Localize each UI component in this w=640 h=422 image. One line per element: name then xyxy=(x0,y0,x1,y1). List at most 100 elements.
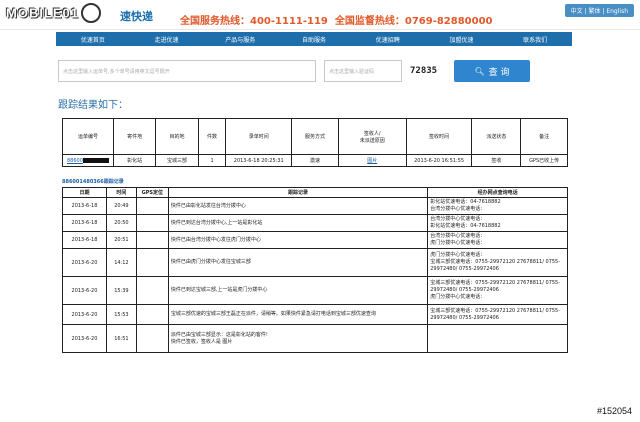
table-row: 2013-6-20 14:12 快件已由虎门分拨中心发往宝城三部 虎门分拨中心优… xyxy=(62,248,568,277)
from-cell: 彰化站 xyxy=(112,154,157,167)
col-header: 目的地 xyxy=(155,118,199,155)
gps-cell xyxy=(135,197,169,215)
phone-cell: 宝城三部优速电话：0755-29972120 27678811/ 0755-29… xyxy=(427,304,568,325)
waybill-id-link[interactable]: 88600 xyxy=(67,158,83,164)
date-cell: 2013-6-18 xyxy=(62,197,107,215)
date-cell: 2013-6-18 xyxy=(62,231,107,249)
gps-cell xyxy=(135,324,169,353)
record-cell: 快件已由彰化站发往台湾分拨中心 xyxy=(167,197,429,215)
table-row: 2013-6-18 20:49 快件已由彰化站发往台湾分拨中心 彰化站优速电话：… xyxy=(62,197,568,215)
table-row: 2013-6-20 15:39 快件已到达宝城三部,上一站是虎门分拨中心 宝城三… xyxy=(62,276,568,305)
service-hotline: 全国服务热线：400-1111-119 xyxy=(180,16,328,27)
record-cell: 快件已由台湾分拨中心发往虎门分拨中心 xyxy=(167,231,429,249)
site-logo[interactable]: MOBILE01 xyxy=(6,3,102,24)
to-cell: 宝城三部 xyxy=(155,154,199,167)
top-header: MOBILE01 速快递 全国服务热线：400-1111-119 全国监督热线：… xyxy=(0,0,640,30)
record-time-cell: 2013-6-18 20:25:31 xyxy=(225,154,293,167)
col-header: 签收人/ 未派送原因 xyxy=(337,118,407,155)
col-header: 派送状态 xyxy=(471,118,522,155)
time-cell: 15:53 xyxy=(105,304,137,325)
result-title: 跟踪结果如下： xyxy=(58,100,128,111)
nav-item-products[interactable]: 产品与服务 xyxy=(203,35,277,44)
table-row: 2013-6-20 16:51 派件已由宝城三部显示：这是彰化站的客件! 快件已… xyxy=(62,324,568,353)
logo-mark-icon xyxy=(81,3,102,23)
time-cell: 15:39 xyxy=(105,276,137,305)
date-cell: 2013-6-20 xyxy=(62,276,107,305)
col-header: 运单编号 xyxy=(62,118,114,155)
record-cell: 快件已到达台湾分拨中心,上一站是彰化站 xyxy=(167,214,429,232)
table-row: 2013-6-20 15:53 宝城三部优速的宝城三部王磊正在派件，请稍等。如果… xyxy=(62,304,568,325)
table-header-row: 日期 时间 GPS定位 跟踪记录 经办网点查询电话 xyxy=(62,187,568,198)
supervise-hotline: 全国监督热线：0769-82880000 xyxy=(334,16,493,27)
signer-image-link[interactable]: 图片 xyxy=(367,158,377,164)
col-header: 录单时间 xyxy=(225,118,293,155)
col-header: 件数 xyxy=(197,118,227,155)
gps-cell xyxy=(135,231,169,249)
query-button[interactable]: 🔍︎ 查 询 xyxy=(454,60,530,82)
record-cell: 快件已到达宝城三部,上一站是虎门分拨中心 xyxy=(167,276,429,305)
table-row: 2013-6-18 20:50 快件已到达台湾分拨中心,上一站是彰化站 台湾分拨… xyxy=(62,214,568,232)
language-switcher[interactable]: 中文 | 繁体 | English xyxy=(564,4,634,17)
date-cell: 2013-6-18 xyxy=(62,214,107,232)
status-cell: 签收 xyxy=(471,154,522,167)
note-cell: GPS已收上传 xyxy=(520,154,568,167)
main-nav: 优速首页 走进优速 产品与服务 自助服务 优速招聘 加盟优速 联系我们 xyxy=(56,32,572,46)
gps-cell xyxy=(135,248,169,277)
nav-item-self-service[interactable]: 自助服务 xyxy=(277,35,351,44)
col-header: 时间 xyxy=(105,187,137,198)
col-header: 服务方式 xyxy=(291,118,339,155)
redaction-block xyxy=(82,157,109,163)
phone-cell: 虎门分拨中心优速电话： 宝城三部优速电话：0755-29972120 27678… xyxy=(427,248,568,277)
phone-cell: 宝城三部优速电话：0755-29972120 27678811/ 0755-29… xyxy=(427,276,568,305)
gps-cell xyxy=(135,276,169,305)
record-cell: 快件已由虎门分拨中心发往宝城三部 xyxy=(167,248,429,277)
tracking-search: 点击这里输入运单号,多个单号请用英文逗号隔开 点击这里输入验证码 72835 🔍… xyxy=(58,60,530,82)
nav-item-jobs[interactable]: 优速招聘 xyxy=(351,35,425,44)
col-header: GPS定位 xyxy=(135,187,169,198)
record-cell: 派件已由宝城三部显示：这是彰化站的客件! 快件已签收，签收人是 图片 xyxy=(167,324,429,353)
time-cell: 20:49 xyxy=(105,197,137,215)
watermark: #152054 xyxy=(596,406,632,416)
phone-cell: 台湾分拨中心优速电话： 虎门分拨中心优速电话： xyxy=(427,231,568,249)
query-button-label: 查 询 xyxy=(488,67,510,78)
captcha-image: 72835 xyxy=(410,66,438,76)
count-cell: 1 xyxy=(197,154,227,167)
time-cell: 20:50 xyxy=(105,214,137,232)
tracking-record-table: 日期 时间 GPS定位 跟踪记录 经办网点查询电话 2013-6-18 20:4… xyxy=(62,187,568,353)
gps-cell xyxy=(135,304,169,325)
date-cell: 2013-6-20 xyxy=(62,304,107,325)
signer-cell: 图片 xyxy=(337,154,407,167)
col-header: 备注 xyxy=(520,118,568,155)
captcha-input[interactable]: 点击这里输入验证码 xyxy=(324,60,402,82)
tracking-record-title: 886001480366跟踪记录 xyxy=(62,179,124,185)
phone-cell: 台湾分拨中心优速电话： 彰化站优速电话：04-7618882 xyxy=(427,214,568,232)
record-cell: 宝城三部优速的宝城三部王磊正在派件，请稍等。如果快件紧急请打电话到宝城三部优速查… xyxy=(167,304,429,325)
time-cell: 14:12 xyxy=(105,248,137,277)
table-header-row: 运单编号 寄件地 目的地 件数 录单时间 服务方式 签收人/ 未派送原因 签收时… xyxy=(62,118,568,155)
time-cell: 20:51 xyxy=(105,231,137,249)
waybill-id-cell[interactable]: 88600 xyxy=(62,154,114,167)
waybill-summary-table: 运单编号 寄件地 目的地 件数 录单时间 服务方式 签收人/ 未派送原因 签收时… xyxy=(62,118,568,167)
nav-item-contact[interactable]: 联系我们 xyxy=(498,35,572,44)
search-icon: 🔍︎ xyxy=(474,66,485,76)
sign-time-cell: 2013-6-20 16:51:55 xyxy=(405,154,473,167)
nav-item-about[interactable]: 走进优速 xyxy=(130,35,204,44)
time-cell: 16:51 xyxy=(105,324,137,353)
hotline-text: 全国服务热线：400-1111-119 全国监督热线：0769-82880000 xyxy=(180,12,493,27)
col-header: 寄件地 xyxy=(112,118,157,155)
col-header: 经办网点查询电话 xyxy=(427,187,568,198)
date-cell: 2013-6-20 xyxy=(62,324,107,353)
service-cell: 激速 xyxy=(291,154,339,167)
brand-name: 速快递 xyxy=(120,10,153,23)
col-header: 日期 xyxy=(62,187,107,198)
date-cell: 2013-6-20 xyxy=(62,248,107,277)
col-header: 跟踪记录 xyxy=(167,187,429,198)
phone-cell: 彰化站优速电话：04-7618882 台湾分拨中心优速电话： xyxy=(427,197,568,215)
nav-item-franchise[interactable]: 加盟优速 xyxy=(425,35,499,44)
waybill-input[interactable]: 点击这里输入运单号,多个单号请用英文逗号隔开 xyxy=(58,60,316,82)
logo-text: MOBILE01 xyxy=(6,5,80,21)
phone-cell xyxy=(427,324,568,353)
table-row: 2013-6-18 20:51 快件已由台湾分拨中心发往虎门分拨中心 台湾分拨中… xyxy=(62,231,568,249)
nav-item-home[interactable]: 优速首页 xyxy=(56,35,130,44)
table-row: 88600 彰化站 宝城三部 1 2013-6-18 20:25:31 激速 图… xyxy=(62,154,568,167)
